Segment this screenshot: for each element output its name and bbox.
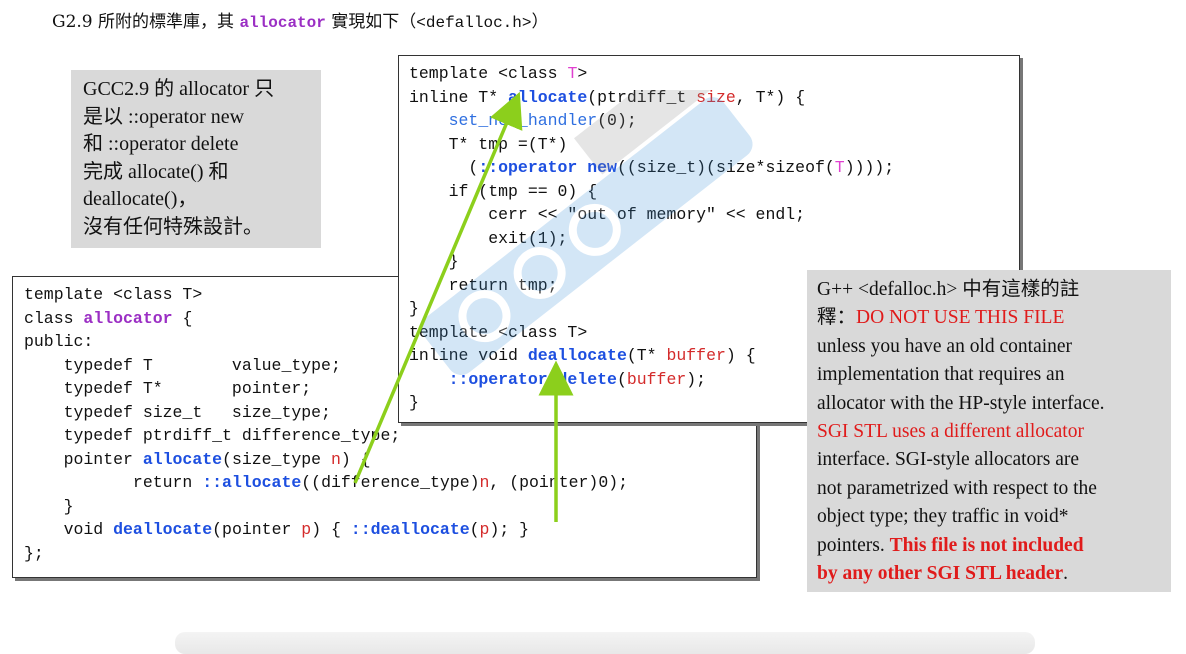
code-line: void deallocate(pointer p) { ::deallocat…	[24, 520, 530, 539]
code-line: return ::allocate((difference_type)n, (p…	[24, 473, 629, 492]
note-left-line: 和 ::operator delete	[83, 133, 239, 155]
heading-suffix: ）	[531, 12, 549, 32]
note-right: G++ <defalloc.h> 中有這樣的註 釋：DO NOT USE THI…	[807, 270, 1171, 592]
note-right-line: not parametrized with respect to the	[817, 477, 1097, 499]
note-left-line: 沒有任何特殊設計。	[83, 215, 263, 238]
code-line: cerr << "out of memory" << endl;	[409, 205, 806, 224]
code-line: inline T* allocate(ptrdiff_t size, T*) {	[409, 87, 806, 107]
heading-prefix: G2.9 所附的標準庫，其	[52, 12, 240, 32]
code-line: }	[24, 496, 74, 516]
bottom-scroll-bar	[175, 632, 1035, 654]
code-line: T* tmp =(T*)	[409, 134, 568, 154]
note-right-line: implementation that requires an	[817, 364, 1065, 386]
code-line: if (tmp == 0) {	[409, 181, 598, 201]
code-line: };	[24, 543, 44, 563]
heading-keyword: allocator	[239, 14, 326, 32]
note-right-line: object type; they traffic in void*	[817, 506, 1069, 528]
note-left-line: deallocate()，	[83, 188, 198, 210]
code-line: exit(1);	[409, 228, 568, 248]
code-line: (::operator new((size_t)(size*sizeof(T))…	[409, 158, 895, 177]
note-right-line: interface. SGI-style allocators are	[817, 449, 1080, 471]
code-line: typedef ptrdiff_t difference_type;	[24, 426, 401, 445]
note-right-line: by any other SGI STL header.	[817, 563, 1069, 585]
note-right-line: 釋：DO NOT USE THIS FILE	[817, 307, 1065, 329]
code-line: template <class T>	[409, 64, 588, 83]
page-heading: G2.9 所附的標準庫，其 allocator 實現如下（<defalloc.h…	[52, 10, 548, 35]
note-left: GCC2.9 的 allocator 只 是以 ::operator new 和…	[71, 70, 321, 248]
note-right-line: unless you have an old container	[817, 335, 1073, 357]
heading-file: <defalloc.h>	[416, 14, 532, 32]
note-right-line: SGI STL uses a different allocator	[817, 421, 1084, 443]
note-right-line: pointers. This file is not included	[817, 534, 1084, 556]
note-right-line: allocator with the HP-style interface.	[817, 392, 1105, 414]
note-left-line: 是以 ::operator new	[83, 105, 245, 128]
note-right-line: G++ <defalloc.h> 中有這樣的註	[817, 279, 1080, 300]
code-line: pointer allocate(size_type n) {	[24, 449, 371, 469]
code-line: set_new_handler(0);	[448, 111, 637, 130]
note-left-line: 完成 allocate() 和	[83, 160, 229, 183]
heading-middle: 實現如下（	[325, 12, 417, 32]
note-left-line: GCC2.9 的 allocator 只	[83, 78, 275, 100]
